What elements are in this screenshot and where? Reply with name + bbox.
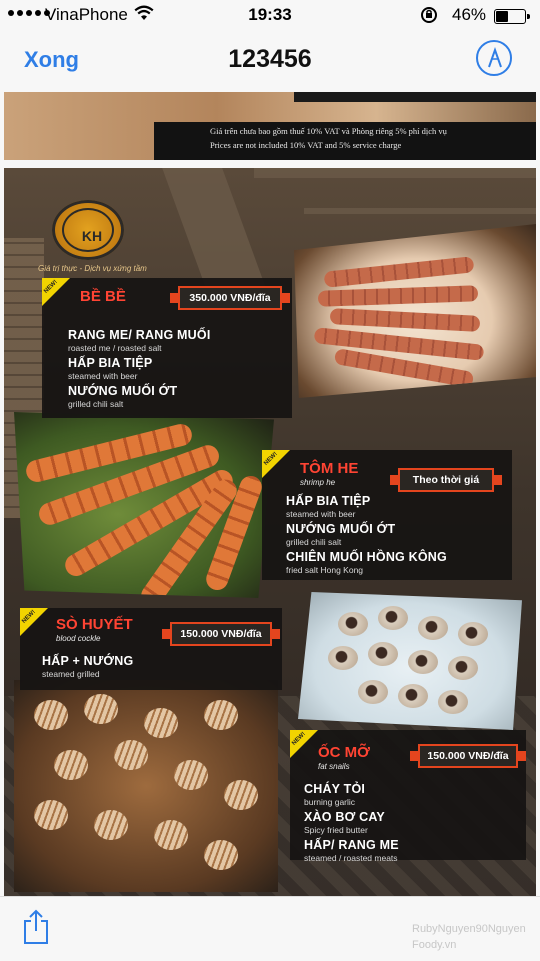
cooking-method-en: fried salt Hong Kong [286, 565, 364, 575]
dish-card-so-huyet: NEW! SÒ HUYẾT blood cockle 150.000 VNĐ/đ… [20, 608, 282, 690]
cooking-method: HẤP BIA TIỆP [286, 494, 371, 508]
new-badge: NEW! [42, 278, 70, 306]
dish-card-oc-mo: NEW! ỐC MỠ fat snails 150.000 VNĐ/đĩa CH… [290, 730, 526, 863]
new-badge: NEW! [20, 608, 48, 636]
document-viewer[interactable]: Giá trên chưa bao gồm thuế 10% VAT và Ph… [0, 90, 540, 896]
share-button[interactable] [22, 909, 50, 950]
dish-name-en: fat snails [318, 762, 350, 771]
menu-page: KH Giá trị thực - Dịch vụ xứng tầm NEW! … [4, 168, 536, 896]
cooking-method: CHIÊN MUỐI HỒNG KÔNG [286, 550, 447, 564]
dish-card-tom-he: NEW! TÔM HE shrimp he Theo thời giá HẤP … [262, 450, 512, 580]
cooking-method: HẤP BIA TIỆP [68, 356, 153, 370]
dish-price: 150.000 VNĐ/đĩa [410, 744, 526, 768]
cooking-method-en: steamed with beer [286, 509, 356, 519]
photo-watermark-brand: Foody.vn [412, 939, 457, 951]
dish-price: 350.000 VNĐ/đĩa [170, 286, 290, 310]
cooking-method: HẤP + NƯỚNG [42, 654, 134, 668]
navigation-bar: Xong 123456 [0, 30, 540, 90]
cooking-method: NƯỚNG MUỐI ỚT [68, 384, 178, 398]
markup-pen-icon [488, 47, 502, 68]
dish-name: TÔM HE [300, 460, 359, 477]
new-badge: NEW! [262, 450, 290, 478]
grilled-shrimp-photo [14, 412, 274, 598]
photo-watermark-user: RubyNguyen90Nguyen [412, 923, 526, 935]
rotation-lock-icon [421, 7, 437, 23]
battery-icon [494, 9, 530, 24]
cooking-method: HẤP/ RANG ME [304, 838, 399, 852]
previous-page-bottom: Giá trên chưa bao gồm thuế 10% VAT và Ph… [4, 92, 536, 160]
cooking-method-en: grilled chili salt [68, 399, 124, 409]
fat-snails-photo [298, 592, 522, 730]
restaurant-logo: KH [52, 200, 124, 260]
cooking-method: RANG ME/ RANG MUỐI [68, 328, 211, 342]
new-badge: NEW! [290, 730, 318, 758]
cooking-method-en: steamed / roasted meats [304, 853, 398, 863]
cooking-method-en: Spicy fried butter [304, 825, 368, 835]
battery-percentage: 46% [452, 5, 487, 24]
bottom-toolbar: RubyNguyen90Nguyen Foody.vn [0, 896, 540, 961]
cooking-method: XÀO BƠ CAY [304, 810, 385, 824]
dish-price: 150.000 VNĐ/đĩa [162, 622, 280, 646]
price-note-vi: Giá trên chưa bao gồm thuế 10% VAT và Ph… [210, 126, 447, 136]
status-bar: VinaPhone 19:33 46% [0, 0, 540, 30]
share-icon [24, 909, 48, 944]
cooking-method: NƯỚNG MUỐI ỚT [286, 522, 396, 536]
dish-name: BỀ BỀ [80, 288, 126, 305]
cooking-method-en: steamed grilled [42, 669, 100, 679]
restaurant-tagline: Giá trị thực - Dịch vụ xứng tầm [38, 264, 147, 273]
dish-name: ỐC MỠ [318, 744, 370, 761]
dish-price: Theo thời giá [390, 468, 502, 492]
price-note-en: Prices are not included 10% VAT and 5% s… [210, 140, 402, 150]
blood-cockles-photo [14, 680, 278, 892]
document-title: 123456 [228, 45, 312, 73]
dish-name: SÒ HUYẾT [56, 616, 133, 633]
mantis-shrimp-photo [294, 224, 536, 398]
markup-button[interactable] [476, 40, 512, 76]
dish-name-en: shrimp he [300, 478, 336, 487]
cooking-method: CHÁY TỎI [304, 782, 366, 796]
cooking-method-en: steamed with beer [68, 371, 138, 381]
cooking-method-en: burning garlic [304, 797, 356, 807]
dish-card-be-be: NEW! BỀ BỀ 350.000 VNĐ/đĩa RANG ME/ RANG… [42, 278, 292, 418]
cooking-method-en: roasted me / roasted salt [68, 343, 162, 353]
cooking-method-en: grilled chili salt [286, 537, 342, 547]
dish-name-en: blood cockle [56, 634, 101, 643]
